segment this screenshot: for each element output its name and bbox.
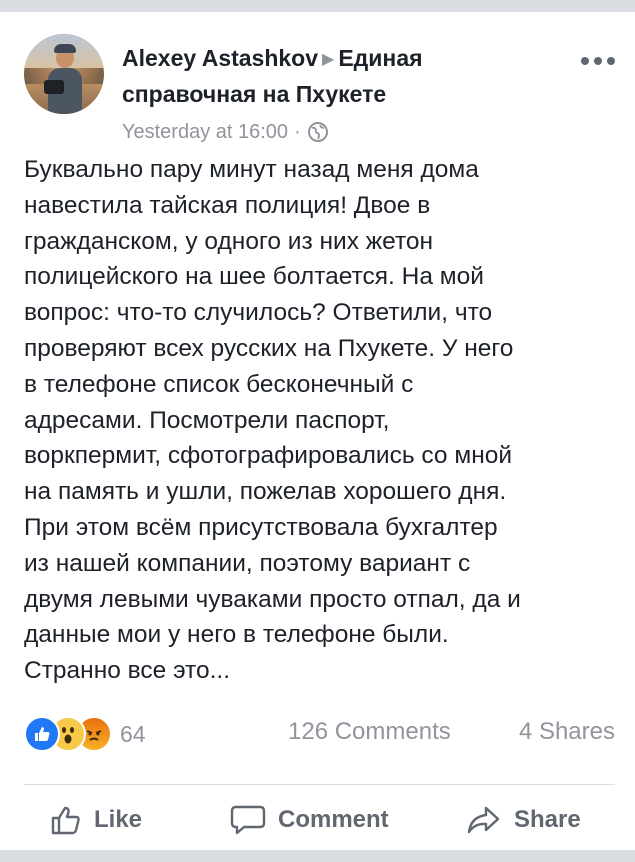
comment-bubble-icon — [230, 805, 266, 835]
post-header: Alexey Astashkov ▶ Единая справочная на Пх… — [24, 34, 615, 144]
reactions-summary[interactable]: 64 — [24, 716, 146, 752]
more-dot — [607, 57, 615, 65]
post-card: Alexey Astashkov ▶ Единая справочная на Пх… — [0, 12, 635, 850]
like-label: Like — [94, 806, 143, 833]
like-reaction-icon — [24, 716, 60, 752]
share-button[interactable]: Share — [466, 792, 581, 848]
avatar[interactable] — [24, 34, 104, 114]
comment-button[interactable]: Comment — [230, 792, 389, 848]
more-dot — [594, 57, 602, 65]
post-timestamp[interactable]: Yesterday at 16:00 — [122, 120, 288, 144]
post-stats: 64 126 Comments 4 Shares — [24, 716, 615, 752]
share-label: Share — [514, 806, 581, 833]
post-title: Alexey Astashkov ▶ Единая справочная на Пх… — [122, 42, 562, 111]
share-arrow-icon — [467, 806, 500, 834]
shares-count[interactable]: 4 Shares — [519, 718, 615, 746]
globe-icon — [307, 121, 329, 143]
author-name[interactable]: Alexey Astashkov — [122, 45, 318, 71]
like-button[interactable]: Like — [50, 792, 142, 848]
divider — [24, 784, 615, 785]
meta-separator: · — [294, 121, 301, 143]
avatar-cap — [54, 44, 76, 53]
arrow-right-icon: ▶ — [322, 51, 335, 68]
more-horizontal-icon[interactable] — [581, 56, 615, 66]
avatar-camera — [44, 80, 64, 94]
post-body-text: Буквально пару минут назад меня дома нав… — [24, 156, 521, 685]
comment-label: Comment — [278, 806, 389, 833]
more-dot — [581, 57, 589, 65]
thumbs-up-icon — [51, 806, 80, 835]
reaction-count: 64 — [120, 720, 146, 747]
post-meta: Yesterday at 16:00 · — [122, 120, 329, 144]
comments-count[interactable]: 126 Comments — [288, 718, 451, 746]
action-bar: Like Comment Share — [0, 792, 635, 848]
